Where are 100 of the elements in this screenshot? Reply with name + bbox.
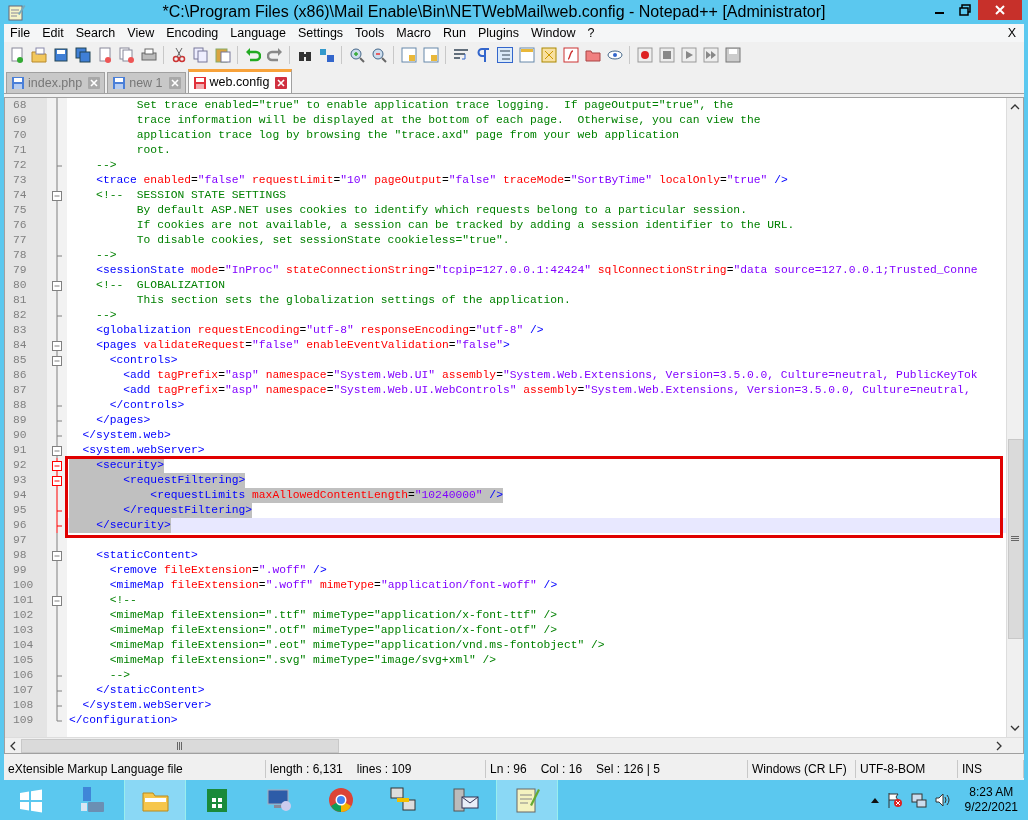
open-folder-icon[interactable] bbox=[30, 47, 47, 63]
paragraph-icon[interactable] bbox=[474, 47, 491, 63]
zoom-out-icon[interactable] bbox=[370, 47, 387, 63]
line-number: 73 bbox=[5, 173, 47, 188]
fold-toggle-icon[interactable] bbox=[52, 593, 62, 608]
close-tab-icon[interactable] bbox=[88, 77, 101, 89]
close-tab-icon[interactable] bbox=[168, 77, 181, 89]
menu-item[interactable]: Search bbox=[69, 24, 122, 42]
fold-toggle-icon[interactable] bbox=[52, 443, 62, 458]
caret-up-icon[interactable] bbox=[870, 797, 879, 803]
play-icon[interactable] bbox=[680, 47, 697, 63]
line-number: 74 bbox=[5, 188, 47, 203]
menu-item[interactable]: Plugins bbox=[471, 24, 525, 42]
menu-item[interactable]: Language bbox=[224, 24, 292, 42]
horizontal-scrollbar[interactable] bbox=[5, 737, 1023, 753]
menu-item[interactable]: Run bbox=[437, 24, 472, 42]
zoom-in-icon[interactable] bbox=[348, 47, 365, 63]
new-file-icon[interactable] bbox=[8, 47, 25, 63]
word-wrap-icon[interactable] bbox=[452, 47, 469, 63]
volume-icon[interactable] bbox=[934, 792, 951, 808]
line-number: 68 bbox=[5, 98, 47, 113]
status-text: eXtensible Markup Language file bbox=[8, 761, 183, 778]
line-number: 70 bbox=[5, 128, 47, 143]
status-text: Sel : 126 | 5 bbox=[596, 761, 660, 778]
line-number: 91 bbox=[5, 443, 47, 458]
scroll-thumb[interactable] bbox=[21, 738, 339, 753]
line-number: 106 bbox=[5, 668, 47, 683]
fold-toggle-icon[interactable] bbox=[52, 473, 62, 488]
code-line: <mimeMap fileExtension=".svg" mimeType="image/svg+xml" /> bbox=[108, 653, 497, 668]
cut-icon[interactable] bbox=[170, 47, 187, 63]
line-number: 76 bbox=[5, 218, 47, 233]
line-number: 99 bbox=[5, 563, 47, 578]
play-multiple-icon[interactable] bbox=[702, 47, 719, 63]
line-number: 97 bbox=[5, 533, 47, 548]
line-number: 108 bbox=[5, 698, 47, 713]
fold-toggle-icon[interactable] bbox=[52, 353, 62, 368]
fold-toggle-icon[interactable] bbox=[52, 188, 62, 203]
redo-icon[interactable] bbox=[266, 47, 283, 63]
folder-workspace-icon[interactable] bbox=[584, 47, 601, 63]
close-all-icon[interactable] bbox=[118, 47, 135, 63]
vertical-scrollbar[interactable] bbox=[1006, 98, 1023, 737]
code-line: <globalization requestEncoding="utf-8" responseEncoding="utf-8" /> bbox=[95, 323, 544, 338]
window-title: *C:\Program Files (x86)\Mail Enable\Bin\NETWebMail\web.config - Notepad++ [Administrator] bbox=[162, 2, 827, 22]
status-text: lines : 109 bbox=[356, 761, 412, 778]
clock-date[interactable]: 9/22/2021 bbox=[964, 800, 1018, 815]
network-icon[interactable] bbox=[910, 792, 927, 808]
code-line: </system.webServer> bbox=[81, 698, 212, 713]
restore-icon bbox=[959, 4, 971, 16]
clock-time[interactable]: 8:23 AM bbox=[969, 785, 1014, 800]
line-number: 78 bbox=[5, 248, 47, 263]
scroll-thumb[interactable] bbox=[1007, 439, 1023, 639]
close-file-icon[interactable] bbox=[96, 47, 113, 63]
record-icon[interactable] bbox=[636, 47, 653, 63]
mail-server-icon bbox=[450, 785, 480, 815]
code-line: </system.web> bbox=[81, 428, 171, 443]
code-line: --> bbox=[108, 668, 130, 683]
menu-item[interactable]: ? bbox=[581, 24, 601, 42]
menu-item[interactable]: Macro bbox=[390, 24, 438, 42]
line-number: 81 bbox=[5, 293, 47, 308]
print-icon[interactable] bbox=[140, 47, 157, 63]
flag-icon[interactable] bbox=[886, 792, 903, 808]
close-button[interactable] bbox=[978, 0, 1022, 20]
menu-item[interactable]: Settings bbox=[291, 24, 350, 42]
code-line: <controls> bbox=[108, 353, 178, 368]
notepad-icon bbox=[8, 3, 26, 21]
code-line: <remove fileExtension=".woff" /> bbox=[108, 563, 327, 578]
stop-icon[interactable] bbox=[658, 47, 675, 63]
menu-item[interactable]: Edit bbox=[36, 24, 70, 42]
line-number: 79 bbox=[5, 263, 47, 278]
menu-item[interactable]: Encoding bbox=[160, 24, 225, 42]
tab[interactable]: web.config bbox=[187, 69, 293, 93]
code-line: <sessionState mode="InProc" stateConnectionString="tcpip=127.0.0.1:42424" sqlConnectionString="data source=127.0.0.1;Trusted_Conne bbox=[95, 263, 978, 278]
taskbar-app[interactable] bbox=[124, 780, 186, 820]
taskbar-app[interactable] bbox=[496, 780, 558, 820]
undo-icon[interactable] bbox=[244, 47, 261, 63]
fold-toggle-icon[interactable] bbox=[52, 458, 62, 473]
line-number: 83 bbox=[5, 323, 47, 338]
copy-icon[interactable] bbox=[192, 47, 209, 63]
line-number: 92 bbox=[5, 458, 47, 473]
code-line: <mimeMap fileExtension=".woff" mimeType="application/font-woff" /> bbox=[108, 578, 558, 593]
code-line: --> bbox=[95, 308, 117, 323]
line-number: 105 bbox=[5, 653, 47, 668]
close-document-button[interactable]: X bbox=[1003, 24, 1020, 42]
fold-toggle-icon[interactable] bbox=[52, 338, 62, 353]
menu-item[interactable]: Tools bbox=[349, 24, 391, 42]
code-line: </configuration> bbox=[69, 713, 178, 728]
save-all-icon[interactable] bbox=[74, 47, 91, 63]
chrome-logo-icon bbox=[326, 785, 356, 815]
menu-item[interactable]: View bbox=[121, 24, 161, 42]
code-line: <add tagPrefix="asp" namespace="System.Web.UI" assembly="System.Web.Extensions, Version=3.5.0.0, Culture=neutral, PublicKeyTok bbox=[122, 368, 978, 383]
menu-item[interactable]: Window bbox=[524, 24, 582, 42]
paste-icon[interactable] bbox=[214, 47, 231, 63]
code-line: <mimeMap fileExtension=".eot" mimeType="application/vnd.ms-fontobject" /> bbox=[108, 638, 605, 653]
code-line: <staticContent> bbox=[95, 548, 198, 563]
fold-toggle-icon[interactable] bbox=[52, 548, 62, 563]
close-tab-icon[interactable] bbox=[275, 76, 288, 89]
menu-item[interactable]: File bbox=[4, 24, 37, 42]
fold-toggle-icon[interactable] bbox=[52, 278, 62, 293]
line-number: 80 bbox=[5, 278, 47, 293]
save-icon[interactable] bbox=[52, 47, 69, 63]
